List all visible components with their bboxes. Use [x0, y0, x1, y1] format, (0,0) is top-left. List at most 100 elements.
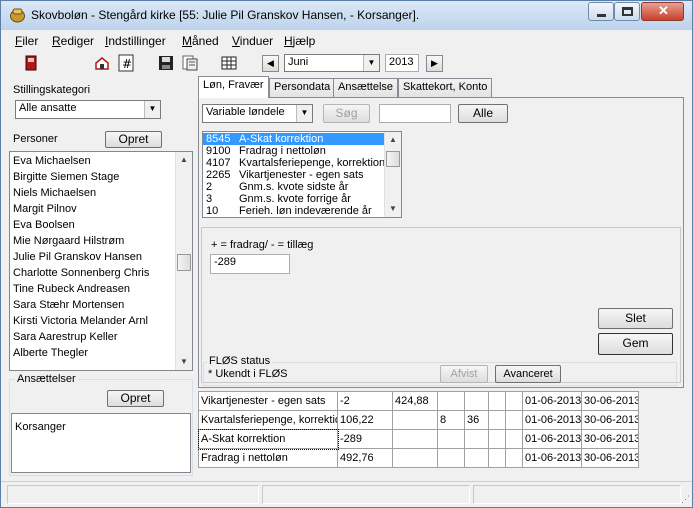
table-cell[interactable]	[392, 410, 438, 430]
loendele-list[interactable]: 8545 A-Skat korrektion 9100 Fradrag i netto…	[202, 131, 402, 218]
list-item[interactable]: Birgitte Siemen Stage	[10, 169, 192, 185]
table-cell[interactable]	[437, 391, 465, 411]
persons-scrollbar[interactable]: ▲ ▼	[175, 152, 192, 370]
list-item[interactable]: Eva Boolsen	[10, 217, 192, 233]
next-month-button[interactable]: ▶	[426, 55, 443, 72]
list-item[interactable]: Sara Stæhr Mortensen	[10, 297, 192, 313]
scroll-up-icon[interactable]: ▲	[385, 132, 401, 148]
previous-month-button[interactable]: ◀	[262, 55, 279, 72]
table-cell[interactable]: 30-06-2013	[581, 391, 639, 411]
scroll-down-icon[interactable]: ▼	[176, 354, 192, 370]
alle-button[interactable]: Alle	[458, 104, 508, 123]
scroll-thumb[interactable]	[177, 254, 191, 271]
table-cell[interactable]: A-Skat korrektion	[197, 428, 339, 450]
opret-ansaettelse-button[interactable]: Opret	[107, 390, 164, 407]
table-cell[interactable]	[464, 448, 489, 468]
hash-document-icon[interactable]: #	[117, 54, 135, 72]
table-grid-icon[interactable]	[220, 54, 238, 72]
list-item[interactable]: Charlotte Sonnenberg Chris	[10, 265, 192, 281]
table-cell[interactable]: 01-06-2013	[522, 429, 582, 449]
table-cell[interactable]: 30-06-2013	[581, 429, 639, 449]
search-input[interactable]	[379, 104, 451, 123]
table-cell[interactable]	[505, 429, 523, 449]
table-cell[interactable]: -289	[337, 429, 393, 449]
menu-indstillinger[interactable]: Indstillinger	[105, 34, 166, 48]
tab-lon-fravaer[interactable]: Løn, Fravær	[198, 76, 269, 98]
scroll-thumb[interactable]	[386, 151, 400, 167]
year-field[interactable]: 2013	[385, 54, 419, 72]
save-icon[interactable]	[157, 54, 175, 72]
table-cell[interactable]: 01-06-2013	[522, 410, 582, 430]
list-item[interactable]: Margit Pilnov	[10, 201, 192, 217]
table-cell[interactable]	[488, 429, 506, 449]
table-cell[interactable]	[392, 448, 438, 468]
scroll-down-icon[interactable]: ▼	[385, 201, 401, 217]
list-item[interactable]: 10 Ferieh. løn indeværende år	[203, 205, 401, 217]
month-select[interactable]: Juni ▼	[284, 54, 380, 72]
person-edit-icon[interactable]	[93, 54, 111, 72]
list-item[interactable]: Niels Michaelsen	[10, 185, 192, 201]
table-cell[interactable]	[488, 448, 506, 468]
table-cell[interactable]: 424,88	[392, 391, 438, 411]
table-cell[interactable]	[392, 429, 438, 449]
gem-button[interactable]: Gem	[598, 333, 673, 355]
list-item[interactable]: 4107 Kvartalsferiepenge, korrektion	[203, 157, 401, 169]
list-item[interactable]: 2 Gnm.s. kvote sidste år	[203, 181, 401, 193]
list-item[interactable]: Julie Pil Granskov Hansen	[10, 249, 192, 265]
table-cell[interactable]	[488, 391, 506, 411]
table-cell[interactable]: Fradrag i nettoløn	[198, 448, 338, 468]
menu-vinduer[interactable]: Vinduer	[232, 34, 273, 48]
afvist-button[interactable]: Afvist	[440, 365, 488, 383]
loendele-filter-select[interactable]: Variable løndele ▼	[202, 104, 313, 123]
table-cell[interactable]: 01-06-2013	[522, 448, 582, 468]
table-row[interactable]: Kvartalsferiepenge, korrektion 106,22 8 36 0…	[198, 410, 639, 430]
list-item[interactable]: Eva Michaelsen	[10, 153, 192, 169]
menu-maned[interactable]: Måned	[182, 34, 219, 48]
list-item[interactable]: 2265 Vikartjenester - egen sats	[203, 169, 401, 181]
table-cell[interactable]: Kvartalsferiepenge, korrektion	[198, 410, 338, 430]
maximize-button[interactable]	[614, 2, 640, 21]
menu-rediger[interactable]: Rediger	[52, 34, 94, 48]
opret-person-button[interactable]: Opret	[105, 131, 162, 148]
table-cell[interactable]	[505, 448, 523, 468]
list-item[interactable]: Mie Nørgaard Hilstrøm	[10, 233, 192, 249]
table-cell[interactable]	[464, 391, 489, 411]
table-cell[interactable]: Vikartjenester - egen sats	[198, 391, 338, 411]
list-item[interactable]: Kirsti Victoria Melander Arnl	[10, 313, 192, 329]
print-preview-icon[interactable]	[181, 54, 199, 72]
table-cell[interactable]: -2	[337, 391, 393, 411]
close-button[interactable]: ✕	[641, 2, 684, 21]
table-cell[interactable]: 01-06-2013	[522, 391, 582, 411]
resize-grip-icon[interactable]: ⋰	[681, 494, 690, 505]
list-item[interactable]: 9100 Fradrag i nettoløn	[203, 145, 401, 157]
menu-hjaelp[interactable]: Hjælp	[284, 34, 315, 48]
stillingskategori-select[interactable]: Alle ansatte ▼	[15, 100, 161, 119]
minimize-button[interactable]	[588, 2, 614, 21]
loendele-grid[interactable]: Vikartjenester - egen sats -2 424,88 01-06-…	[197, 391, 639, 468]
table-row[interactable]: Fradrag i nettoløn 492,76 01-06-2013 30-06-…	[198, 448, 639, 468]
table-cell[interactable]	[505, 410, 523, 430]
list-item[interactable]: Tine Rubeck Andreasen	[10, 281, 192, 297]
scroll-up-icon[interactable]: ▲	[176, 152, 192, 168]
tab-persondata[interactable]: Persondata	[269, 78, 336, 97]
persons-list[interactable]: Eva Michaelsen Birgitte Siemen Stage Niels…	[9, 151, 193, 371]
list-item[interactable]: 3 Gnm.s. kvote forrige år	[203, 193, 401, 205]
exit-door-icon[interactable]	[22, 54, 40, 72]
table-cell[interactable]	[437, 429, 465, 449]
slet-button[interactable]: Slet	[598, 308, 673, 329]
table-cell[interactable]: 30-06-2013	[581, 448, 639, 468]
sog-button[interactable]: Søg	[323, 104, 370, 123]
table-cell[interactable]: 30-06-2013	[581, 410, 639, 430]
table-cell[interactable]	[505, 391, 523, 411]
table-cell[interactable]: 8	[437, 410, 465, 430]
tab-ansaettelse[interactable]: Ansættelse	[333, 78, 399, 97]
menu-filer[interactable]: Filer	[15, 34, 38, 48]
tab-skattekort-konto[interactable]: Skattekort, Konto	[398, 78, 493, 97]
list-item[interactable]: Sara Aarestrup Keller	[10, 329, 192, 345]
table-cell[interactable]	[488, 410, 506, 430]
list-item[interactable]: 8545 A-Skat korrektion	[203, 133, 401, 145]
table-cell[interactable]	[437, 448, 465, 468]
table-row[interactable]: Vikartjenester - egen sats -2 424,88 01-06-…	[198, 391, 639, 411]
list-item[interactable]: Alberte Thegler	[10, 345, 192, 361]
loendele-scrollbar[interactable]: ▲ ▼	[384, 132, 401, 217]
